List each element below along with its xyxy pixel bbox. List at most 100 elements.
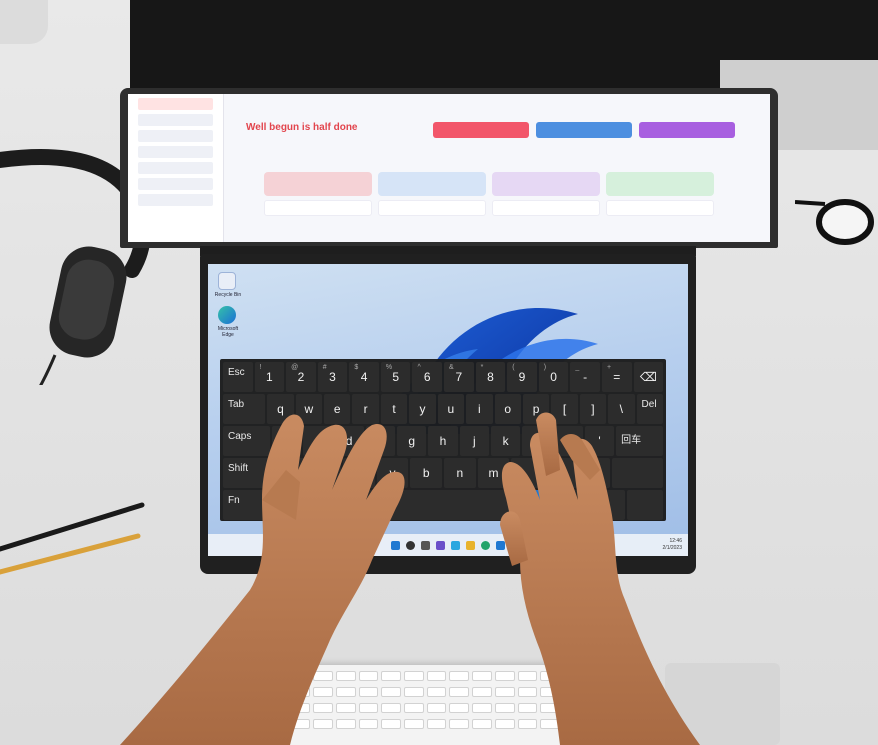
external-trackpad (665, 663, 780, 745)
sidebar-item[interactable] (138, 98, 213, 110)
key-f[interactable]: f (365, 426, 396, 456)
chat-icon[interactable] (451, 540, 460, 550)
key-6[interactable]: ^ 6 (412, 362, 443, 392)
key-4[interactable]: $4 (349, 362, 379, 392)
taskbar: 12:46 2/1/2023 (208, 534, 688, 556)
stat-card (264, 172, 372, 196)
key-w[interactable]: w (295, 394, 323, 424)
file-explorer-icon[interactable] (466, 540, 475, 550)
key-blank[interactable] (589, 490, 626, 520)
glasses (795, 199, 874, 245)
key-h[interactable]: h (428, 426, 458, 456)
corner-device (0, 0, 48, 44)
key-ctrl[interactable]: Ctr (552, 490, 588, 520)
key-q[interactable]: q (267, 394, 294, 424)
key-x[interactable]: x (309, 458, 342, 488)
key-5[interactable]: % 5 (380, 362, 411, 392)
key-2[interactable]: @2 (286, 362, 316, 392)
key-esc[interactable]: Esc (223, 362, 253, 392)
key-equals[interactable]: + = (601, 362, 632, 392)
search-icon[interactable] (406, 540, 415, 550)
key-backspace[interactable]: ⌫ (633, 362, 664, 392)
key-n[interactable]: n (444, 458, 476, 488)
sidebar-item[interactable] (138, 162, 213, 174)
key-8[interactable]: * 8 (475, 362, 506, 392)
external-keyboard (235, 665, 570, 745)
key-period[interactable]: . (545, 458, 577, 488)
key-u[interactable]: u (437, 394, 465, 424)
key-l[interactable]: l (522, 426, 552, 456)
key-shift[interactable]: Shift (223, 458, 274, 488)
sidebar-item[interactable] (138, 146, 213, 158)
desktop-icon-label: Microsoft Edge (217, 326, 239, 338)
key-p[interactable]: p (522, 394, 550, 424)
key-0[interactable]: ) 0 (538, 362, 569, 392)
key-shift-right[interactable] (612, 458, 664, 488)
key-a[interactable]: a (271, 426, 302, 456)
key-7[interactable]: & 7 (444, 362, 474, 392)
key-enter[interactable]: 回车 (616, 426, 664, 456)
dashboard-button-blue[interactable] (536, 122, 632, 138)
key-j[interactable]: j (459, 426, 489, 456)
task-view-icon[interactable] (421, 540, 430, 550)
laptop-lower-panel: Recycle Bin Microsoft Edge Esc ! 1 @2 #3 … (200, 254, 696, 574)
key-m[interactable]: m (477, 458, 510, 488)
key-k[interactable]: k (490, 426, 521, 456)
key-alt[interactable]: Alt (514, 490, 551, 520)
stat-card (492, 172, 600, 196)
key-fn[interactable]: Fn (223, 490, 280, 520)
key-right-bracket[interactable]: ] (579, 394, 607, 424)
recycle-bin-icon[interactable] (218, 272, 236, 290)
key-9[interactable]: (9 (507, 362, 537, 392)
stat-card (378, 172, 486, 196)
key-s[interactable]: s (303, 426, 333, 456)
key-z[interactable]: z (275, 458, 308, 488)
key-minus[interactable]: _ - (570, 362, 600, 392)
key-caps[interactable]: Caps (223, 426, 270, 456)
key-e[interactable]: e (324, 394, 351, 424)
key-quote[interactable]: ' (584, 426, 615, 456)
dashboard-button-red[interactable] (433, 122, 529, 138)
key-o[interactable]: o (494, 394, 521, 424)
system-tray-clock[interactable]: 12:46 2/1/2023 (663, 538, 682, 552)
dashboard-button-purple[interactable] (639, 122, 735, 138)
store-icon[interactable] (496, 540, 505, 550)
key-c[interactable]: c (343, 458, 375, 488)
key-left-bracket[interactable]: [ (551, 394, 578, 424)
desktop-icon-label: Recycle Bin (214, 292, 242, 298)
key-y[interactable]: y (409, 394, 436, 424)
stat-subcard (492, 200, 600, 216)
key-3[interactable]: #3 (317, 362, 348, 392)
dashboard-title: Well begun is half done (246, 122, 358, 133)
key-semicolon[interactable]: ; (553, 426, 583, 456)
key-1[interactable]: ! 1 (254, 362, 285, 392)
key-b[interactable]: b (410, 458, 443, 488)
key-comma[interactable]: , (511, 458, 544, 488)
sidebar-item[interactable] (138, 114, 213, 126)
widgets-icon[interactable] (436, 540, 445, 550)
sidebar-item[interactable] (138, 130, 213, 142)
key-g[interactable]: g (397, 426, 427, 456)
key-t[interactable]: t (380, 394, 408, 424)
key-backslash[interactable]: \ (608, 394, 635, 424)
stat-subcard (378, 200, 486, 216)
start-icon[interactable] (391, 540, 400, 550)
key-v[interactable]: v (376, 458, 409, 488)
key-blank[interactable] (627, 490, 663, 520)
key-r[interactable]: r (352, 394, 379, 424)
key-space[interactable] (281, 490, 513, 520)
edge-browser-icon[interactable] (218, 306, 236, 324)
laptop-upper-panel: Well begun is half done (120, 88, 778, 248)
sidebar-item[interactable] (138, 178, 213, 190)
key-tab[interactable]: Tab (223, 394, 266, 424)
key-d[interactable]: d (334, 426, 364, 456)
key-i[interactable]: i (466, 394, 493, 424)
on-screen-keyboard: Esc ! 1 @2 #3 $4 % 5 ^ 6 & 7 * 8 (9 ) 0 _ - + = … (220, 359, 666, 521)
key-slash[interactable]: / (578, 458, 611, 488)
stat-subcard (264, 200, 372, 216)
sidebar-item[interactable] (138, 194, 213, 206)
edge-icon[interactable] (481, 540, 490, 550)
stat-subcard (606, 200, 714, 216)
key-del[interactable]: Del (636, 394, 663, 424)
lower-display: Recycle Bin Microsoft Edge Esc ! 1 @2 #3 … (208, 264, 688, 556)
